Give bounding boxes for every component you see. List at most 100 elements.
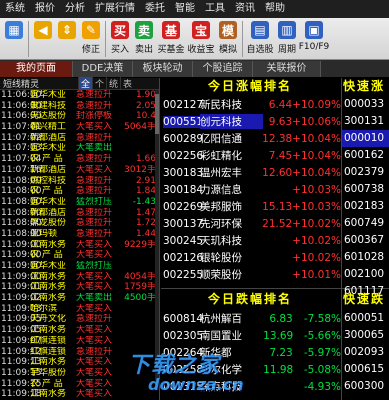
alert-row[interactable]: 11:09:03 哈尔滨 大笔买入 [0, 304, 160, 315]
filter-tab[interactable]: 全 [78, 77, 92, 90]
gainer-row[interactable]: 002126 银轮股份 +10.02% [163, 249, 341, 266]
alert-row[interactable]: 11:07:04 农 产 品 急速拉升 1.66 [0, 154, 160, 165]
quick-down-code[interactable]: 600051 [342, 310, 389, 327]
gainers-table[interactable]: 002127 新民科技 6.44 +10.09% 000551 创元科技 9.63 +10.0… [163, 96, 341, 283]
quick-up-code[interactable]: 600749 [342, 215, 389, 232]
gainer-row[interactable]: 300137 先河环保 21.52 +10.02% [163, 215, 341, 232]
quick-up-code[interactable]: 002100 [342, 266, 389, 283]
tab-item[interactable]: 我的页面 [0, 61, 73, 77]
quick-down-code[interactable]: 600300 [342, 378, 389, 395]
gainer-row[interactable]: 002256 彩虹精化 7.45 +10.04% [163, 147, 341, 164]
menu-item[interactable]: 帮助 [260, 0, 290, 18]
fund-button[interactable]: 基买基金 [156, 18, 186, 58]
filter-tab[interactable]: 个 [92, 77, 106, 90]
back-arrow-button[interactable]: ◀ [31, 18, 55, 58]
filter-tab[interactable]: 表 [120, 77, 134, 90]
alert-row[interactable]: 11:07:03 宜华木业 大笔卖出 [0, 143, 160, 154]
alert-row[interactable]: 11:06:00 爱建科技 急速拉升 2.05 [0, 101, 160, 112]
quick-up-code[interactable]: 601028 [342, 249, 389, 266]
quick-up-code[interactable]: 002183 [342, 198, 389, 215]
alert-row[interactable]: 11:08:00 燃控科技 急速拉升 2.91 [0, 176, 160, 187]
watchlist-icon: ▤ [251, 21, 269, 39]
up-down-arrows-button[interactable]: ⇕ [55, 18, 79, 58]
loser-row[interactable]: 002258 利尔化学 11.98 -5.08% [163, 361, 341, 378]
alert-row[interactable]: 11:09:01 江南水务 大笔买入 1759手 [0, 282, 160, 293]
alert-row[interactable]: 11:09:00 江南水务 大笔买入 4054手 [0, 272, 160, 283]
quick-up-code[interactable]: 000010 [342, 130, 389, 147]
menu-item[interactable]: 工具 [200, 0, 230, 18]
quick-up-code[interactable]: 600162 [342, 147, 389, 164]
alert-row[interactable]: 11:09:00 宜华木业 猛烈打压 [0, 261, 160, 272]
gainer-row[interactable]: 300184 力源信息 +10.03% [163, 181, 341, 198]
alert-list[interactable]: 11:06:00 宜华木业 急速拉升 1.90 11:06:00 爱建科技 急速拉升 2.05… [0, 90, 160, 400]
quick-up-code[interactable]: 600367 [342, 232, 389, 249]
quick-up-code[interactable]: 000033 [342, 96, 389, 113]
quick-down-code[interactable]: 002093 [342, 344, 389, 361]
alert-row[interactable]: 11:09:05 江南水务 大笔买入 [0, 325, 160, 336]
alert-row[interactable]: 11:08:00 新都酒店 急速拉升 1.47 [0, 208, 160, 219]
alert-row[interactable]: 11:09:07 红旗连锁 大笔买入 [0, 336, 160, 347]
revise-button[interactable]: ✎ 修正 [79, 18, 103, 58]
tab-item[interactable]: 板块轮动 [133, 61, 193, 77]
quick-down-code[interactable]: 000615 [342, 361, 389, 378]
alert-row[interactable]: 11:08:00 亚玛顿 急速拉升 1.44 [0, 229, 160, 240]
treasure-button[interactable]: 宝收益宝 [186, 18, 216, 58]
filter-tab[interactable]: 统 [106, 77, 120, 90]
alert-row[interactable]: 11:09:00 农 产 品 大笔买入 [0, 250, 160, 261]
alert-row[interactable]: 11:08:00 宜华木业 猛烈打压 -1.43 [0, 197, 160, 208]
quick-down-table[interactable]: 600051 300065 002093 000615 600300 [342, 310, 389, 395]
sell-button[interactable]: 卖卖出 [132, 18, 156, 58]
tab-item[interactable]: 个股追踪 [193, 61, 253, 77]
alert-row[interactable]: 11:06:00 宜华木业 急速拉升 1.90 [0, 90, 160, 101]
alert-row[interactable]: 11:06:00 先达股份 封涨停板 10.4 [0, 111, 160, 122]
quick-up-code[interactable]: 002379 [342, 164, 389, 181]
menu-item[interactable]: 资讯 [230, 0, 260, 18]
gainer-row[interactable]: 300183 温州宏丰 12.60 +10.04% [163, 164, 341, 181]
alert-row[interactable]: 11:07:02 新都酒店 急速拉升 [0, 133, 160, 144]
quick-up-code[interactable]: 300131 [342, 113, 389, 130]
alert-row[interactable]: 11:07:01 春兴精工 大笔买入 5064手 [0, 122, 160, 133]
alert-row[interactable]: 11:09:00 江南水务 大笔买入 9229手 [0, 240, 160, 251]
f10-button[interactable]: ▣ F10/F9 [299, 18, 329, 58]
tab-item[interactable]: DDE决策 [73, 61, 133, 77]
gainer-row[interactable]: 000551 创元科技 9.63 +10.06% [163, 113, 341, 130]
losers-table[interactable]: 600814 杭州解百 6.83 -7.58% 002305 南国置业 13.69 -5.66… [163, 310, 341, 395]
gainer-row[interactable]: 002269 美邦服饰 15.13 +10.03% [163, 198, 341, 215]
menu-item[interactable]: 分析 [60, 0, 90, 18]
grid-button[interactable]: ▦ [2, 18, 26, 58]
quick-down-code[interactable]: 300065 [342, 327, 389, 344]
quick-up-code[interactable]: 600738 [342, 181, 389, 198]
scrollbar[interactable] [155, 90, 159, 390]
alert-row[interactable]: 11:09:12 红旗连锁 急速拉升 [0, 347, 160, 358]
simulate-button[interactable]: 模模拟 [216, 18, 240, 58]
scrollbar-thumb[interactable] [155, 94, 159, 134]
alert-row[interactable]: 11:09:02 江南水务 大笔卖出 4500手 [0, 293, 160, 304]
alert-row[interactable]: 11:09:15 农 产 品 大笔买入 [0, 379, 160, 390]
alert-row[interactable]: 11:09:13 江南水务 大笔买入 [0, 357, 160, 368]
gainer-row[interactable]: 002127 新民科技 6.44 +10.09% [163, 96, 341, 113]
alert-row[interactable]: 11:08:00 鼎龙股份 急速拉升 1.72 [0, 218, 160, 229]
menu-item[interactable]: 报价 [30, 0, 60, 18]
watchlist-button[interactable]: ▤ 自选股 [245, 18, 275, 58]
stock-name: 美邦服饰 [200, 201, 242, 213]
menu-item[interactable]: 扩展行情 [90, 0, 140, 18]
buy-button[interactable]: 买买入 [108, 18, 132, 58]
alert-row[interactable]: 11:09:05 天舟文化 急速拉升 [0, 314, 160, 325]
alert-row[interactable]: 11:09:18 江南水务 大笔买入 [0, 389, 160, 400]
loser-row[interactable]: 002315 焦点科技 -4.93% [163, 378, 341, 395]
menu-item[interactable]: 系统 [0, 0, 30, 18]
gainer-row[interactable]: 300245 天玑科技 +10.02% [163, 232, 341, 249]
tab-item[interactable]: 关联报价 [253, 61, 321, 77]
alert-row[interactable]: 11:08:00 农 产 品 急速拉升 1.84 [0, 186, 160, 197]
alert-row[interactable]: 11:07:16 新都酒店 大笔买入 3012手 [0, 165, 160, 176]
gainer-row[interactable]: 002255 顺荣股份 +10.01% [163, 266, 341, 283]
loser-row[interactable]: 002264 新华都 7.23 -5.97% [163, 344, 341, 361]
alert-row[interactable]: 11:09:15 宇华股份 大笔买入 [0, 368, 160, 379]
menu-item[interactable]: 智能 [170, 0, 200, 18]
loser-row[interactable]: 002305 南国置业 13.69 -5.66% [163, 327, 341, 344]
loser-row[interactable]: 600814 杭州解百 6.83 -7.58% [163, 310, 341, 327]
quick-up-table[interactable]: 000033 300131 000010 600162 002379 600738 0021… [342, 96, 389, 300]
menu-item[interactable]: 委托 [140, 0, 170, 18]
gainer-row[interactable]: 600289 亿阳信通 12.38 +10.04% [163, 130, 341, 147]
period-button[interactable]: ▥ 周期 [275, 18, 299, 58]
